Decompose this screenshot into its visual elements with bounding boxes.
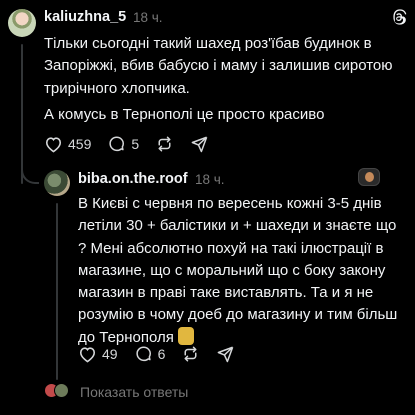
reply-like-count: 49 <box>102 346 118 362</box>
heart-icon <box>45 137 62 153</box>
replier-avatars <box>44 383 72 399</box>
reply-count: 5 <box>131 136 140 152</box>
author-avatar[interactable] <box>8 9 36 37</box>
post-text-paragraph-1: Тільки сьогодні такий шахед роз'їбав буд… <box>44 35 393 97</box>
emoji-sticker <box>177 326 194 345</box>
like-button[interactable]: 459 <box>44 135 91 153</box>
repost-icon <box>158 136 171 152</box>
reply-actions: 49 6 <box>78 345 251 363</box>
post-actions: 459 5 <box>44 135 225 153</box>
repost-button[interactable] <box>155 135 174 153</box>
reply-text-content: В Києві с червня по вересень кожні 3-5 д… <box>78 195 398 346</box>
show-replies-link[interactable]: Показать ответы <box>80 384 188 400</box>
comment-icon <box>109 136 125 152</box>
reply-comment-button[interactable]: 6 <box>134 345 166 363</box>
post-text-paragraph-2: А комусь в Тернополі це просто красиво <box>44 106 325 123</box>
post-author[interactable]: kaliuzhna_5 <box>44 9 126 25</box>
share-button[interactable] <box>190 135 209 153</box>
reply-like-button[interactable]: 49 <box>78 345 118 363</box>
heart-icon <box>79 347 96 363</box>
share-icon <box>191 136 208 153</box>
reply-reaction-badge <box>358 168 380 186</box>
reply-thread-connector <box>56 203 58 380</box>
reply-author-avatar[interactable] <box>44 170 70 196</box>
post-time: 18 ч. <box>133 10 163 25</box>
reply-reply-count: 6 <box>157 346 166 362</box>
thread-connector-curve <box>21 154 39 184</box>
reply-share-button[interactable] <box>216 345 235 363</box>
comment-icon <box>135 346 151 362</box>
like-count: 459 <box>68 136 92 152</box>
replier-avatar <box>54 383 69 398</box>
comment-button[interactable]: 5 <box>107 135 139 153</box>
repost-icon <box>184 346 197 362</box>
reply-text: В Києві с червня по вересень кожні 3-5 д… <box>78 193 400 349</box>
share-icon <box>218 346 234 363</box>
thread-view: kaliuzhna_5 18 ч. Тільки сьогодні такий … <box>0 0 415 415</box>
reply-author[interactable]: biba.on.the.roof <box>78 171 188 187</box>
reply-repost-button[interactable] <box>181 345 200 363</box>
reply-time: 18 ч. <box>195 172 225 187</box>
threads-logo-icon <box>393 9 407 25</box>
